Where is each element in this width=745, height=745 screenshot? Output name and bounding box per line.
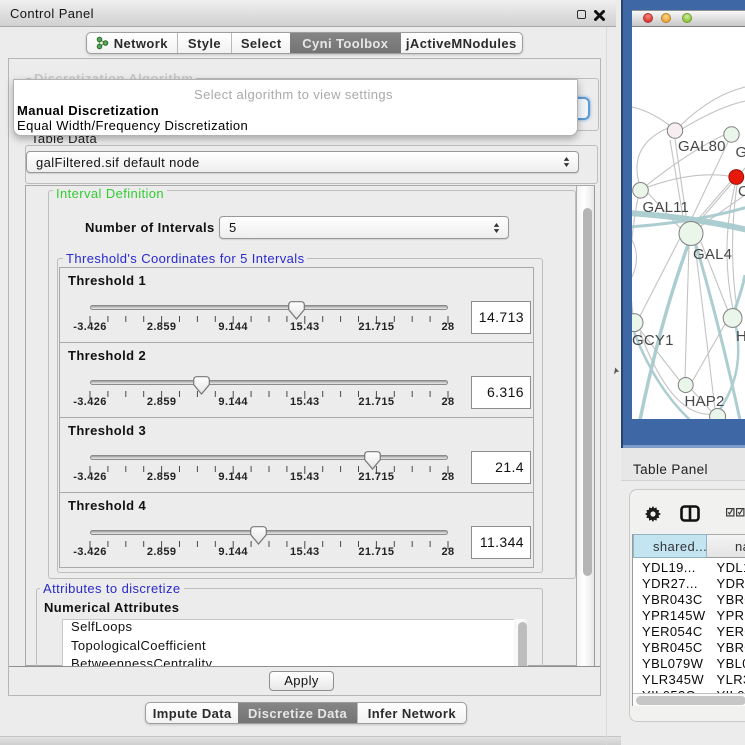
- svg-text:GCY1: GCY1: [632, 332, 674, 349]
- svg-text:HAP2: HAP2: [685, 393, 725, 410]
- svg-text:GAL80: GAL80: [678, 138, 726, 155]
- svg-text:GAL11: GAL11: [643, 199, 690, 216]
- svg-text:GAL4: GAL4: [693, 246, 732, 263]
- svg-text:GA: GA: [736, 144, 745, 161]
- svg-text:CR: CR: [738, 183, 745, 200]
- svg-text:HA: HA: [736, 328, 745, 345]
